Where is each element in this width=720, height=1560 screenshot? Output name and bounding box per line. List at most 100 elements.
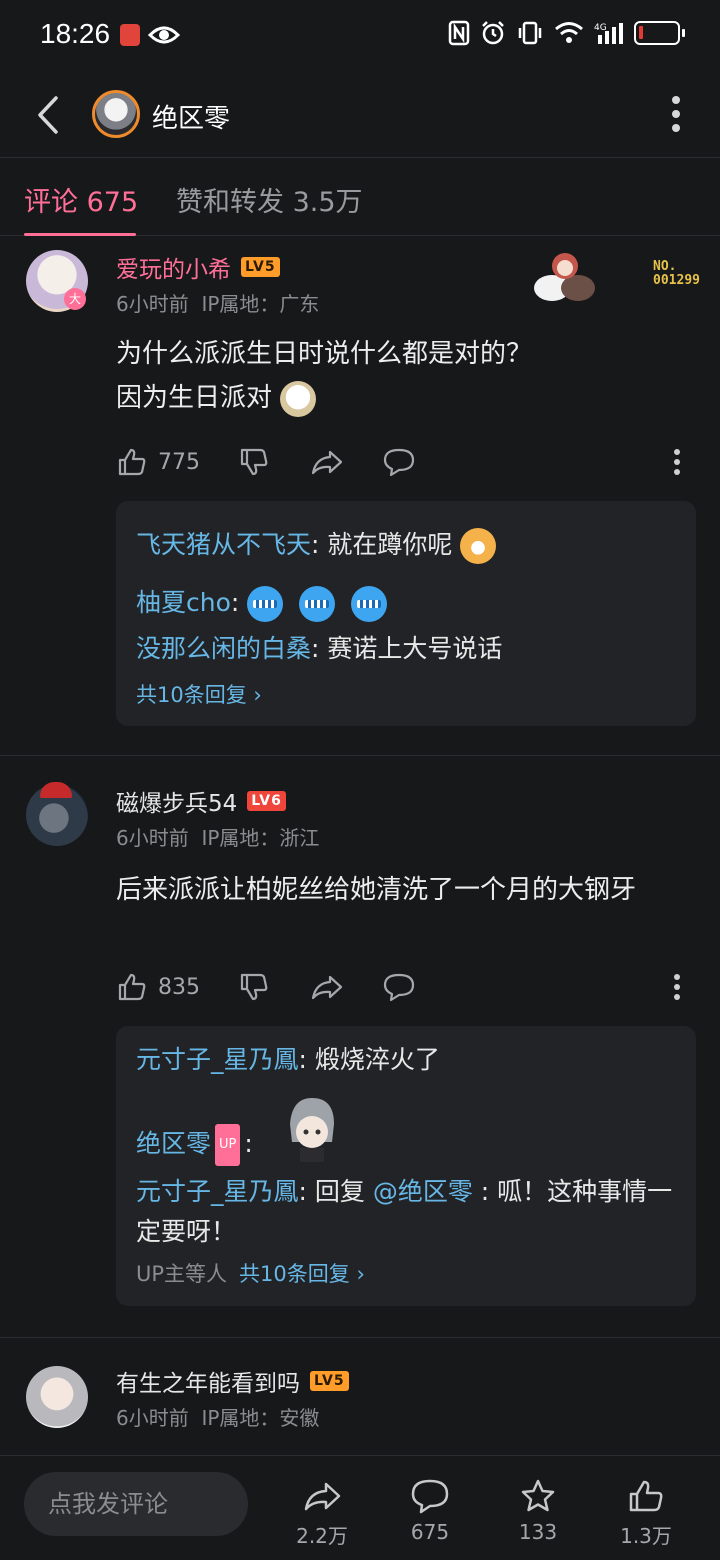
comment-actions: 835 bbox=[116, 971, 696, 1011]
channel-avatar[interactable] bbox=[92, 90, 140, 138]
comment-item: 大 爱玩的小希 LV5 6小时前 IP属地：广东 为什么派派生日时说什么都是对的… bbox=[0, 236, 720, 756]
tab-likes-reposts[interactable]: 赞和转发 3.5万 bbox=[176, 180, 363, 219]
vibrate-icon bbox=[518, 21, 542, 45]
comment-actions: 775 bbox=[116, 446, 696, 486]
like-count: 775 bbox=[158, 449, 200, 475]
reply-username[interactable]: 飞天猪从不飞天 bbox=[136, 530, 311, 559]
reply-icon[interactable] bbox=[382, 971, 416, 1003]
level-badge: LV6 bbox=[247, 791, 286, 811]
like-video-button[interactable]: 1.3万 bbox=[606, 1478, 686, 1549]
dislike-icon[interactable] bbox=[238, 971, 270, 1003]
network-label: 4G bbox=[594, 23, 607, 33]
reply-username[interactable]: 没那么闲的白桑 bbox=[136, 634, 311, 663]
star-icon bbox=[521, 1479, 555, 1512]
comment-content: 后来派派让柏妮丝给她清洗了一个月的大钢牙 bbox=[116, 875, 637, 905]
comment-button[interactable]: 675 bbox=[390, 1478, 470, 1544]
cold-face-emoji-icon bbox=[299, 586, 336, 622]
favorite-button[interactable]: 133 bbox=[498, 1478, 578, 1544]
eye-icon bbox=[148, 26, 180, 44]
share-icon bbox=[304, 1482, 341, 1511]
username[interactable]: 爱玩的小希 LV5 bbox=[116, 250, 280, 284]
username-text[interactable]: 磁爆步兵54 bbox=[116, 784, 237, 818]
reply-item: 元寸子_星乃鳳: 煅烧淬火了 bbox=[136, 1040, 681, 1080]
tab-comments[interactable]: 评论 675 bbox=[24, 180, 138, 219]
view-more-replies[interactable]: 共10条回复 › bbox=[136, 679, 262, 709]
wifi-icon bbox=[555, 22, 583, 43]
reply-item: 柚夏cho: bbox=[136, 583, 681, 623]
more-options-icon[interactable] bbox=[670, 94, 682, 134]
reply-item: 没那么闲的白桑: 赛诺上大号说话 bbox=[136, 629, 681, 669]
like-count: 835 bbox=[158, 974, 200, 1000]
reply-prefix: : 回复 bbox=[298, 1177, 373, 1206]
like-button[interactable]: 775 bbox=[116, 446, 200, 478]
comment-ip: IP属地：浙江 bbox=[201, 826, 320, 850]
dislike-icon[interactable] bbox=[238, 446, 270, 478]
like-video-count: 1.3万 bbox=[620, 1524, 672, 1548]
comment-meta: 6小时前 IP属地：广东 bbox=[116, 288, 319, 317]
share-icon[interactable] bbox=[310, 446, 344, 478]
reply-username[interactable]: 元寸子_星乃鳳 bbox=[136, 1045, 299, 1074]
nfc-icon bbox=[448, 20, 470, 46]
user-avatar[interactable] bbox=[26, 1366, 88, 1428]
like-button[interactable]: 835 bbox=[116, 971, 200, 1003]
paimon-emoji-icon bbox=[280, 380, 317, 417]
replies-preview[interactable]: 元寸子_星乃鳳: 煅烧淬火了 绝区零 UP: 元寸子_星乃鳳: 回复 @绝区零 :… bbox=[116, 1026, 696, 1306]
level-badge: LV5 bbox=[310, 1371, 349, 1391]
username-text[interactable]: 有生之年能看到吗 bbox=[116, 1364, 300, 1398]
character-sticker-icon bbox=[290, 1098, 334, 1162]
username[interactable]: 磁爆步兵54 LV6 bbox=[116, 784, 286, 818]
status-bar: 18:26 4G bbox=[0, 0, 720, 72]
share-button[interactable]: 2.2万 bbox=[282, 1478, 362, 1549]
comment-time: 6小时前 bbox=[116, 292, 189, 316]
username[interactable]: 有生之年能看到吗 LV5 bbox=[116, 1364, 349, 1398]
back-arrow-icon[interactable] bbox=[30, 92, 64, 138]
fan-number-value: 001299 bbox=[653, 273, 700, 288]
reply-username[interactable]: 元寸子_星乃鳳 bbox=[136, 1177, 299, 1206]
fan-badge-icon bbox=[534, 253, 595, 301]
comment-count: 675 bbox=[410, 1520, 450, 1544]
signal-icon: 4G bbox=[594, 23, 623, 44]
notification-icon bbox=[120, 24, 140, 46]
vip-badge: 大 bbox=[64, 288, 86, 310]
comment-content: 为什么派派生日时说什么都是对的？ 因为生日派对 bbox=[116, 332, 696, 420]
reply-username[interactable]: 柚夏cho bbox=[136, 588, 231, 617]
replies-preview[interactable]: 飞天猪从不飞天: 就在蹲你呢 柚夏cho: 没那么闲的白桑: 赛诺上大号说话 共… bbox=[116, 501, 696, 726]
comment-line: 因为生日派对 bbox=[116, 376, 696, 420]
thumbs-up-icon bbox=[629, 1480, 663, 1512]
reply-item: 绝区零 UP: bbox=[136, 1094, 681, 1168]
comment-more-icon[interactable] bbox=[672, 971, 682, 1003]
reply-username[interactable]: 绝区零 bbox=[136, 1129, 211, 1158]
reply-text: : 煅烧淬火了 bbox=[298, 1045, 440, 1074]
reply-text: : bbox=[244, 1129, 253, 1158]
view-more-replies[interactable]: UP主等人 共10条回复 › bbox=[136, 1258, 365, 1288]
alarm-icon bbox=[482, 21, 504, 45]
cold-face-emoji-icon bbox=[247, 586, 284, 622]
fan-number-label: NO. bbox=[653, 259, 677, 274]
mention-link[interactable]: @绝区零 bbox=[373, 1177, 473, 1206]
reply-icon[interactable] bbox=[382, 446, 416, 478]
status-time: 18:26 bbox=[40, 18, 111, 49]
dog-emoji-icon bbox=[460, 528, 497, 564]
more-replies-text[interactable]: 共10条回复 › bbox=[239, 1262, 365, 1286]
battery-icon bbox=[634, 21, 685, 45]
status-icons: 4G bbox=[448, 20, 685, 46]
username-text[interactable]: 爱玩的小希 bbox=[116, 250, 231, 284]
reply-text: : 就在蹲你呢 bbox=[311, 530, 453, 559]
reply-text: : bbox=[230, 588, 240, 617]
comment-time: 6小时前 bbox=[116, 1406, 189, 1430]
bottom-action-bar: 点我发评论 2.2万 675 133 1.3万 bbox=[0, 1455, 720, 1560]
up-badge: UP bbox=[215, 1124, 241, 1166]
comment-more-icon[interactable] bbox=[672, 446, 682, 478]
comment-meta: 6小时前 IP属地：浙江 bbox=[116, 822, 319, 851]
tab-bar: 评论 675 赞和转发 3.5万 bbox=[0, 158, 720, 236]
comment-item: 磁爆步兵54 LV6 6小时前 IP属地：浙江 后来派派让柏妮丝给她清洗了一个月… bbox=[0, 756, 720, 1338]
comment-ip: IP属地：广东 bbox=[201, 292, 320, 316]
share-icon[interactable] bbox=[310, 971, 344, 1003]
top-bar: 绝区零 bbox=[0, 72, 720, 158]
comment-line-text: 因为生日派对 bbox=[116, 383, 273, 413]
page-title[interactable]: 绝区零 bbox=[152, 98, 230, 135]
comment-input[interactable]: 点我发评论 bbox=[24, 1472, 248, 1536]
reply-text: : 赛诺上大号说话 bbox=[311, 634, 503, 663]
fan-number: NO. 001299 bbox=[653, 260, 700, 288]
reply-item: 飞天猪从不飞天: 就在蹲你呢 bbox=[136, 525, 681, 565]
